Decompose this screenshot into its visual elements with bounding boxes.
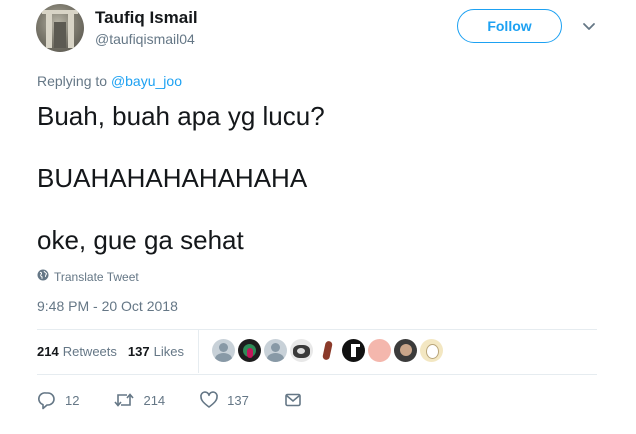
- retweet-count: 214: [143, 392, 166, 408]
- avatar[interactable]: [36, 4, 84, 52]
- liker-avatar[interactable]: [264, 339, 287, 362]
- liker-avatar[interactable]: [238, 339, 261, 362]
- display-name[interactable]: Taufiq Ismail: [95, 8, 198, 28]
- tweet-stats: 214 Retweets 137 Likes: [37, 344, 184, 359]
- replying-to: Replying to @bayu_joo: [37, 73, 182, 89]
- globe-icon: [37, 269, 49, 284]
- liker-avatar[interactable]: [394, 339, 417, 362]
- tweet-line: oke, gue ga sehat: [37, 225, 244, 255]
- user-handle[interactable]: @taufiqismail04: [95, 31, 195, 47]
- timestamp[interactable]: 9:48 PM - 20 Oct 2018: [37, 298, 178, 314]
- likes-stat[interactable]: 137 Likes: [128, 344, 184, 359]
- liker-avatar[interactable]: [342, 339, 365, 362]
- translate-label[interactable]: Translate Tweet: [54, 270, 139, 284]
- direct-message-button[interactable]: [283, 390, 303, 410]
- liker-avatar[interactable]: [316, 339, 339, 362]
- stats-separator: [198, 330, 199, 373]
- message-icon: [283, 390, 303, 410]
- likes-count: 137: [127, 344, 150, 359]
- replying-to-link[interactable]: @bayu_joo: [111, 73, 182, 89]
- tweet-line: Buah, buah apa yg lucu?: [37, 101, 325, 131]
- liker-avatar[interactable]: [368, 339, 391, 362]
- retweets-stat[interactable]: 214 Retweets: [37, 344, 117, 359]
- tweet-line: BUAHAHAHAHAHAHA: [37, 163, 308, 193]
- translate-tweet[interactable]: Translate Tweet: [37, 269, 139, 284]
- like-count: 137: [227, 392, 249, 408]
- tweet-text: Buah, buah apa yg lucu? BUAHAHAHAHAHAHA …: [37, 100, 597, 256]
- reply-button[interactable]: 12: [37, 390, 79, 410]
- liker-avatar[interactable]: [290, 339, 313, 362]
- retweets-count: 214: [37, 344, 59, 359]
- liker-avatar[interactable]: [212, 339, 235, 362]
- divider: [37, 374, 597, 375]
- like-button[interactable]: 137: [199, 390, 249, 410]
- reply-icon: [37, 390, 57, 410]
- divider: [37, 329, 597, 330]
- retweet-button[interactable]: 214: [113, 390, 165, 410]
- replying-to-label: Replying to: [37, 73, 108, 89]
- likes-label: Likes: [153, 344, 184, 359]
- follow-button[interactable]: Follow: [457, 9, 562, 43]
- retweets-label: Retweets: [62, 344, 117, 359]
- retweet-icon: [113, 390, 135, 410]
- liker-avatars: [212, 339, 443, 362]
- liker-avatar[interactable]: [420, 339, 443, 362]
- tweet-actions: 12 214 137: [37, 390, 303, 410]
- heart-icon: [199, 390, 219, 410]
- chevron-down-icon[interactable]: [580, 18, 598, 36]
- reply-count: 12: [65, 392, 80, 408]
